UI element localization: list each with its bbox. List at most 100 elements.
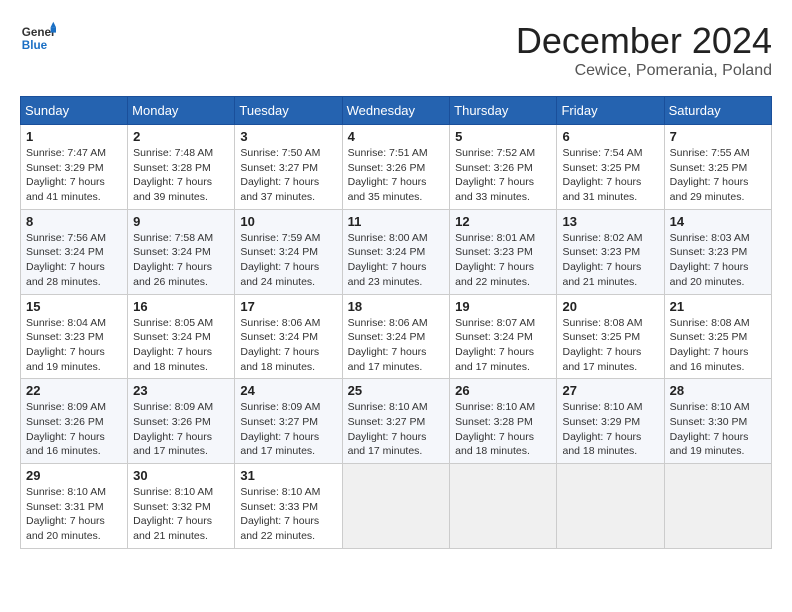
day-info: Sunrise: 7:48 AMSunset: 3:28 PMDaylight:… bbox=[133, 146, 229, 205]
day-number: 5 bbox=[455, 129, 551, 144]
day-info: Sunrise: 8:08 AMSunset: 3:25 PMDaylight:… bbox=[670, 316, 766, 375]
weekday-header-row: SundayMondayTuesdayWednesdayThursdayFrid… bbox=[21, 97, 772, 125]
weekday-header-saturday: Saturday bbox=[664, 97, 771, 125]
day-info: Sunrise: 7:58 AMSunset: 3:24 PMDaylight:… bbox=[133, 231, 229, 290]
calendar-table: SundayMondayTuesdayWednesdayThursdayFrid… bbox=[20, 96, 772, 549]
day-number: 1 bbox=[26, 129, 122, 144]
day-number: 9 bbox=[133, 214, 229, 229]
day-cell: 22 Sunrise: 8:09 AMSunset: 3:26 PMDayligh… bbox=[21, 379, 128, 464]
day-number: 16 bbox=[133, 299, 229, 314]
day-info: Sunrise: 8:10 AMSunset: 3:28 PMDaylight:… bbox=[455, 400, 551, 459]
day-number: 3 bbox=[240, 129, 336, 144]
day-info: Sunrise: 8:06 AMSunset: 3:24 PMDaylight:… bbox=[348, 316, 445, 375]
day-cell: 10Sunrise: 7:59 AMSunset: 3:24 PMDayligh… bbox=[235, 209, 342, 294]
day-info: Sunrise: 8:09 AMSunset: 3:27 PMDaylight:… bbox=[240, 400, 336, 459]
day-number: 25 bbox=[348, 383, 445, 398]
weekday-header-thursday: Thursday bbox=[450, 97, 557, 125]
day-info: Sunrise: 8:10 AMSunset: 3:32 PMDaylight:… bbox=[133, 485, 229, 544]
day-number: 30 bbox=[133, 468, 229, 483]
day-cell: 30 Sunrise: 8:10 AMSunset: 3:32 PMDayligh… bbox=[128, 464, 235, 549]
page-header: General Blue December 2024 Cewice, Pomer… bbox=[20, 20, 772, 80]
day-cell: 20 Sunrise: 8:08 AMSunset: 3:25 PMDayligh… bbox=[557, 294, 664, 379]
day-info: Sunrise: 7:55 AMSunset: 3:25 PMDaylight:… bbox=[670, 146, 766, 205]
month-title: December 2024 bbox=[516, 20, 772, 62]
day-cell: 25 Sunrise: 8:10 AMSunset: 3:27 PMDayligh… bbox=[342, 379, 450, 464]
day-info: Sunrise: 8:04 AMSunset: 3:23 PMDaylight:… bbox=[26, 316, 122, 375]
day-cell bbox=[557, 464, 664, 549]
day-cell bbox=[342, 464, 450, 549]
day-cell: 8 Sunrise: 7:56 AMSunset: 3:24 PMDaylight… bbox=[21, 209, 128, 294]
day-cell: 28Sunrise: 8:10 AMSunset: 3:30 PMDayligh… bbox=[664, 379, 771, 464]
svg-text:Blue: Blue bbox=[22, 39, 48, 52]
day-info: Sunrise: 7:51 AMSunset: 3:26 PMDaylight:… bbox=[348, 146, 445, 205]
day-info: Sunrise: 8:10 AMSunset: 3:33 PMDaylight:… bbox=[240, 485, 336, 544]
day-cell: 15 Sunrise: 8:04 AMSunset: 3:23 PMDayligh… bbox=[21, 294, 128, 379]
day-number: 12 bbox=[455, 214, 551, 229]
day-number: 24 bbox=[240, 383, 336, 398]
weekday-header-friday: Friday bbox=[557, 97, 664, 125]
day-cell: 23Sunrise: 8:09 AMSunset: 3:26 PMDayligh… bbox=[128, 379, 235, 464]
day-number: 4 bbox=[348, 129, 445, 144]
day-info: Sunrise: 8:01 AMSunset: 3:23 PMDaylight:… bbox=[455, 231, 551, 290]
day-cell bbox=[450, 464, 557, 549]
day-cell: 12 Sunrise: 8:01 AMSunset: 3:23 PMDayligh… bbox=[450, 209, 557, 294]
day-info: Sunrise: 7:50 AMSunset: 3:27 PMDaylight:… bbox=[240, 146, 336, 205]
day-info: Sunrise: 8:07 AMSunset: 3:24 PMDaylight:… bbox=[455, 316, 551, 375]
day-cell: 24 Sunrise: 8:09 AMSunset: 3:27 PMDayligh… bbox=[235, 379, 342, 464]
day-cell: 29 Sunrise: 8:10 AMSunset: 3:31 PMDayligh… bbox=[21, 464, 128, 549]
day-info: Sunrise: 8:10 AMSunset: 3:27 PMDaylight:… bbox=[348, 400, 445, 459]
day-number: 21 bbox=[670, 299, 766, 314]
day-number: 13 bbox=[562, 214, 658, 229]
day-number: 15 bbox=[26, 299, 122, 314]
week-row-4: 22 Sunrise: 8:09 AMSunset: 3:26 PMDayligh… bbox=[21, 379, 772, 464]
day-info: Sunrise: 7:59 AMSunset: 3:24 PMDaylight:… bbox=[240, 231, 336, 290]
logo: General Blue bbox=[20, 20, 56, 56]
logo-icon: General Blue bbox=[20, 20, 56, 56]
day-number: 22 bbox=[26, 383, 122, 398]
day-number: 31 bbox=[240, 468, 336, 483]
day-cell: 9 Sunrise: 7:58 AMSunset: 3:24 PMDaylight… bbox=[128, 209, 235, 294]
day-number: 19 bbox=[455, 299, 551, 314]
day-info: Sunrise: 7:56 AMSunset: 3:24 PMDaylight:… bbox=[26, 231, 122, 290]
day-cell: 5 Sunrise: 7:52 AMSunset: 3:26 PMDaylight… bbox=[450, 125, 557, 210]
location: Cewice, Pomerania, Poland bbox=[516, 62, 772, 80]
weekday-header-sunday: Sunday bbox=[21, 97, 128, 125]
day-info: Sunrise: 8:10 AMSunset: 3:29 PMDaylight:… bbox=[562, 400, 658, 459]
day-info: Sunrise: 7:54 AMSunset: 3:25 PMDaylight:… bbox=[562, 146, 658, 205]
day-info: Sunrise: 7:52 AMSunset: 3:26 PMDaylight:… bbox=[455, 146, 551, 205]
day-cell: 7 Sunrise: 7:55 AMSunset: 3:25 PMDaylight… bbox=[664, 125, 771, 210]
day-cell: 18 Sunrise: 8:06 AMSunset: 3:24 PMDayligh… bbox=[342, 294, 450, 379]
day-info: Sunrise: 8:09 AMSunset: 3:26 PMDaylight:… bbox=[26, 400, 122, 459]
day-number: 18 bbox=[348, 299, 445, 314]
day-cell: 17Sunrise: 8:06 AMSunset: 3:24 PMDayligh… bbox=[235, 294, 342, 379]
week-row-3: 15 Sunrise: 8:04 AMSunset: 3:23 PMDayligh… bbox=[21, 294, 772, 379]
day-info: Sunrise: 8:03 AMSunset: 3:23 PMDaylight:… bbox=[670, 231, 766, 290]
day-info: Sunrise: 8:08 AMSunset: 3:25 PMDaylight:… bbox=[562, 316, 658, 375]
day-info: Sunrise: 8:10 AMSunset: 3:31 PMDaylight:… bbox=[26, 485, 122, 544]
day-cell: 19 Sunrise: 8:07 AMSunset: 3:24 PMDayligh… bbox=[450, 294, 557, 379]
weekday-header-tuesday: Tuesday bbox=[235, 97, 342, 125]
day-number: 29 bbox=[26, 468, 122, 483]
week-row-2: 8 Sunrise: 7:56 AMSunset: 3:24 PMDaylight… bbox=[21, 209, 772, 294]
day-cell: 26 Sunrise: 8:10 AMSunset: 3:28 PMDayligh… bbox=[450, 379, 557, 464]
day-number: 7 bbox=[670, 129, 766, 144]
weekday-header-wednesday: Wednesday bbox=[342, 97, 450, 125]
day-number: 8 bbox=[26, 214, 122, 229]
day-cell: 1 Sunrise: 7:47 AMSunset: 3:29 PMDaylight… bbox=[21, 125, 128, 210]
weekday-header-monday: Monday bbox=[128, 97, 235, 125]
day-cell: 13Sunrise: 8:02 AMSunset: 3:23 PMDayligh… bbox=[557, 209, 664, 294]
week-row-5: 29 Sunrise: 8:10 AMSunset: 3:31 PMDayligh… bbox=[21, 464, 772, 549]
day-number: 27 bbox=[562, 383, 658, 398]
day-number: 23 bbox=[133, 383, 229, 398]
day-cell: 2Sunrise: 7:48 AMSunset: 3:28 PMDaylight… bbox=[128, 125, 235, 210]
day-number: 28 bbox=[670, 383, 766, 398]
day-number: 26 bbox=[455, 383, 551, 398]
day-cell: 31 Sunrise: 8:10 AMSunset: 3:33 PMDayligh… bbox=[235, 464, 342, 549]
day-cell: 3 Sunrise: 7:50 AMSunset: 3:27 PMDaylight… bbox=[235, 125, 342, 210]
day-info: Sunrise: 7:47 AMSunset: 3:29 PMDaylight:… bbox=[26, 146, 122, 205]
day-number: 20 bbox=[562, 299, 658, 314]
day-cell: 11Sunrise: 8:00 AMSunset: 3:24 PMDayligh… bbox=[342, 209, 450, 294]
day-cell: 27 Sunrise: 8:10 AMSunset: 3:29 PMDayligh… bbox=[557, 379, 664, 464]
day-info: Sunrise: 8:00 AMSunset: 3:24 PMDaylight:… bbox=[348, 231, 445, 290]
title-block: December 2024 Cewice, Pomerania, Poland bbox=[516, 20, 772, 80]
